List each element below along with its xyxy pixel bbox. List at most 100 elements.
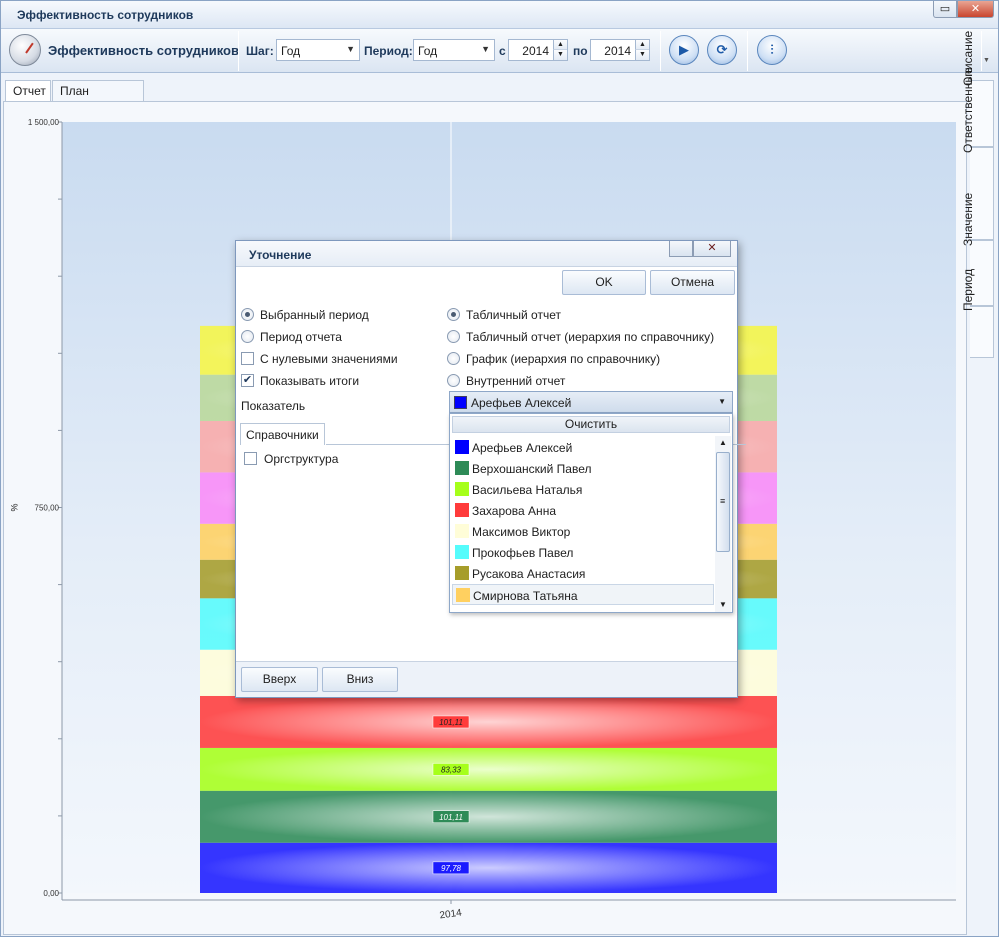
- bar-segment-highlight: [200, 695, 777, 748]
- side-tab-label: Значение: [961, 192, 975, 246]
- tab-references[interactable]: Справочники: [240, 423, 325, 445]
- toolbar-separator: [660, 31, 661, 71]
- show-totals-label: Показывать итоги: [260, 374, 360, 388]
- dropdown-item[interactable]: Арефьев Алексей: [452, 437, 714, 458]
- dropdown-item-label: Васильева Наталья: [472, 483, 583, 497]
- internal-report-label: Внутренний отчет: [466, 374, 566, 388]
- selected-period-radio[interactable]: [241, 308, 254, 321]
- chart-hierarchy-radio[interactable]: [447, 352, 460, 365]
- dropdown-item[interactable]: Смирнова Татьяна: [452, 584, 714, 605]
- dropdown-item[interactable]: Верхошанский Павел: [452, 458, 714, 479]
- chart-hierarchy-label: График (иерархия по справочнику): [466, 352, 661, 366]
- dialog-close-button[interactable]: ✕: [693, 241, 731, 257]
- selected-period-label: Выбранный период: [260, 308, 369, 322]
- y-tick-label: 0,00: [43, 889, 59, 898]
- step-select[interactable]: Год ▼: [276, 39, 360, 61]
- dropdown-item[interactable]: Максимов Виктор: [452, 521, 714, 542]
- indicator-value: Арефьев Алексей: [471, 396, 572, 410]
- spin-down-icon[interactable]: ▼: [635, 50, 649, 60]
- dropdown-item[interactable]: Васильева Наталья: [452, 479, 714, 500]
- report-period-label: Период отчета: [260, 330, 342, 344]
- from-year-spinner[interactable]: 2014 ▲ ▼: [508, 39, 568, 61]
- zero-values-label: С нулевыми значениями: [260, 352, 398, 366]
- move-down-button[interactable]: Вниз: [322, 667, 398, 692]
- zero-values-checkbox[interactable]: [241, 352, 254, 365]
- spin-up-icon[interactable]: ▲: [635, 40, 649, 50]
- dialog-restore-button[interactable]: [669, 241, 693, 257]
- table-report-radio[interactable]: [447, 308, 460, 321]
- period-select[interactable]: Год ▼: [413, 39, 495, 61]
- table-report-label: Табличный отчет: [466, 308, 561, 322]
- restore-button[interactable]: ▭: [933, 1, 957, 18]
- dropdown-item[interactable]: Прокофьев Павел: [452, 542, 714, 563]
- scroll-thumb[interactable]: ≡: [716, 452, 730, 552]
- y-axis-label: %: [9, 503, 19, 511]
- from-label: с: [499, 44, 506, 58]
- tab-calc-plan[interactable]: План расчета: [52, 80, 144, 112]
- grip-icon: ≡: [720, 496, 726, 506]
- toolbar: Эффективность сотрудников Шаг: Год ▼ Пер…: [1, 29, 998, 73]
- dialog-title: Уточнение: [249, 248, 312, 262]
- dropdown-item-label: Верхошанский Павел: [472, 462, 592, 476]
- show-totals-checkbox[interactable]: ✔: [241, 374, 254, 387]
- to-year-spinner[interactable]: 2014 ▲ ▼: [590, 39, 650, 61]
- cancel-button[interactable]: Отмена: [650, 270, 735, 295]
- close-icon: ✕: [970, 3, 981, 15]
- side-tab-period[interactable]: Период: [961, 269, 994, 358]
- internal-report-radio[interactable]: [447, 374, 460, 387]
- color-swatch: [455, 566, 469, 580]
- dropdown-item-label: Арефьев Алексей: [472, 441, 573, 455]
- move-up-button[interactable]: Вверх: [241, 667, 318, 692]
- indicator-label: Показатель: [241, 399, 306, 413]
- ok-button[interactable]: OK: [562, 270, 646, 295]
- side-tabs: Описание Ответственные Значение Период: [961, 31, 996, 935]
- chevron-down-icon: ▼: [718, 397, 726, 406]
- to-label: по: [573, 44, 588, 58]
- data-label: 97,78: [441, 864, 462, 873]
- run-button[interactable]: ▶: [669, 35, 699, 65]
- step-label: Шаг:: [246, 44, 274, 58]
- app-title: Эффективность сотрудников: [48, 43, 239, 58]
- table-hierarchy-label: Табличный отчет (иерархия по справочнику…: [466, 330, 715, 344]
- close-button[interactable]: ✕: [957, 1, 994, 18]
- play-icon: ▶: [679, 42, 689, 57]
- side-tab-label: Ответственные: [961, 67, 975, 153]
- color-swatch: [455, 482, 469, 496]
- refresh-icon: ⟳: [716, 42, 728, 57]
- to-year-value: 2014: [604, 44, 631, 58]
- spin-up-icon[interactable]: ▲: [553, 40, 567, 50]
- data-label: 83,33: [441, 765, 462, 774]
- org-structure-checkbox[interactable]: [244, 452, 257, 465]
- dropdown-item-label: Захарова Анна: [472, 504, 556, 518]
- spin-down-icon[interactable]: ▼: [553, 50, 567, 60]
- refine-dialog: Уточнение ✕ OK Отмена Выбранный период П…: [235, 240, 746, 698]
- dropdown-item-label: Прокофьев Павел: [472, 546, 574, 560]
- bar-segment-highlight: [200, 842, 777, 893]
- clear-button[interactable]: Очистить: [452, 416, 730, 433]
- toolbar-separator: [747, 31, 748, 71]
- color-swatch: [455, 461, 469, 475]
- scroll-down-icon[interactable]: ▼: [715, 598, 731, 612]
- y-tick-label: 750,00: [35, 504, 60, 513]
- gauge-icon: [9, 34, 41, 66]
- refresh-button[interactable]: ⟳: [707, 35, 737, 65]
- dropdown-item[interactable]: Русакова Анастасия: [452, 563, 714, 584]
- side-tab-label: Период: [961, 268, 975, 311]
- color-swatch: [454, 396, 467, 409]
- report-period-radio[interactable]: [241, 330, 254, 343]
- dialog-footer: Вверх Вниз: [236, 661, 737, 697]
- data-label: 101,11: [439, 718, 463, 727]
- chevron-down-icon: ▼: [346, 44, 355, 54]
- indicator-select[interactable]: Арефьев Алексей ▼: [449, 391, 733, 413]
- x-tick-label: 2014: [439, 907, 463, 921]
- dropdown-item[interactable]: Захарова Анна: [452, 500, 714, 521]
- org-structure-label: Оргструктура: [264, 452, 339, 466]
- settings-button[interactable]: ⫶: [757, 35, 787, 65]
- scroll-up-icon[interactable]: ▲: [715, 436, 731, 450]
- dropdown-scrollbar[interactable]: ▲ ≡ ▼: [715, 436, 731, 612]
- table-hierarchy-radio[interactable]: [447, 330, 460, 343]
- toolbar-overflow-icon[interactable]: ▼: [983, 57, 990, 64]
- step-value: Год: [281, 44, 301, 58]
- dropdown-item-label: Максимов Виктор: [472, 525, 571, 539]
- tab-report[interactable]: Отчет: [5, 80, 51, 101]
